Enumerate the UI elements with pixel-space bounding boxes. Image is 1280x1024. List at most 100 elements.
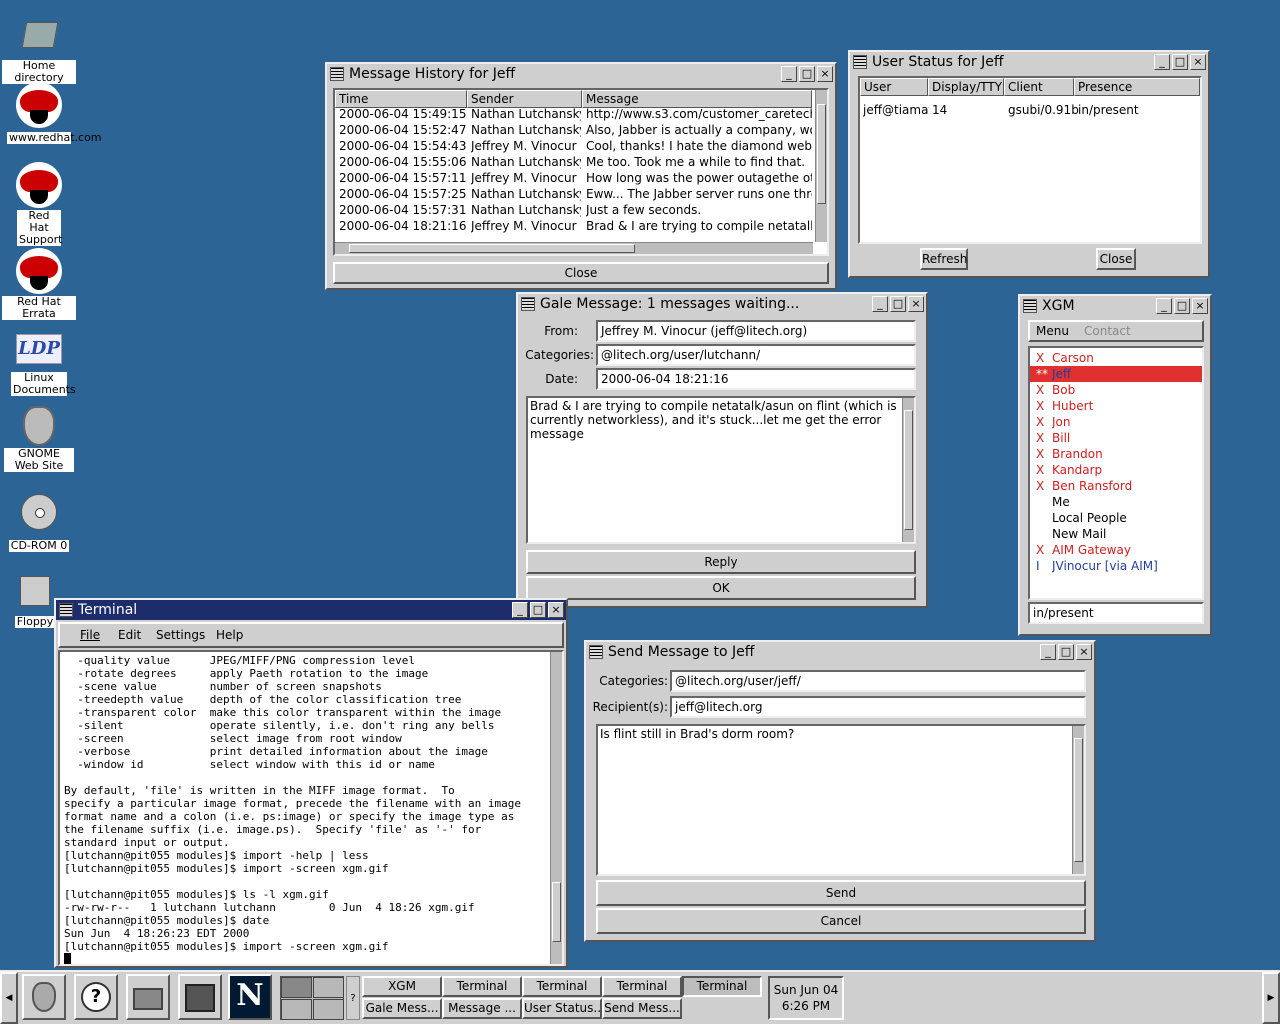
minimize-icon[interactable]: _	[1040, 644, 1056, 660]
desktop-icon-home[interactable]: Home directory	[2, 12, 76, 84]
compose-vscroll[interactable]	[1072, 726, 1084, 874]
window-menu-icon[interactable]	[589, 645, 603, 659]
title-bar[interactable]: Message History for Jeff _ □ ×	[327, 64, 835, 84]
categories-field[interactable]: @litech.org/user/jeff/	[670, 670, 1086, 692]
refresh-button[interactable]: Refresh	[920, 248, 968, 270]
list-item[interactable]: New Mail	[1030, 526, 1202, 542]
maximize-icon[interactable]: □	[799, 66, 815, 82]
list-item[interactable]: Me	[1030, 494, 1202, 510]
message-body[interactable]: Brad & I are trying to compile netatalk/…	[526, 396, 916, 544]
desktop-icon-gnome-web[interactable]: GNOME Web Site	[2, 404, 76, 472]
categories-field[interactable]: @litech.org/user/lutchann/	[596, 344, 916, 366]
task-button[interactable]: Message ...	[442, 998, 522, 1019]
maximize-icon[interactable]: □	[890, 296, 906, 312]
task-button[interactable]: Terminal	[522, 976, 602, 997]
window-menu-icon[interactable]	[330, 67, 344, 81]
maximize-icon[interactable]: □	[1172, 54, 1188, 70]
maximize-icon[interactable]: □	[530, 602, 546, 618]
gnome-menu-button[interactable]	[22, 974, 66, 1020]
desktop-icon-redhat-support[interactable]: Red Hat Support	[2, 162, 76, 246]
minimize-icon[interactable]: _	[512, 602, 528, 618]
netscape-button[interactable]: N	[228, 974, 272, 1020]
clock[interactable]: Sun Jun 04 6:26 PM	[768, 976, 844, 1020]
terminal-launcher-button[interactable]	[178, 974, 222, 1020]
title-bar[interactable]: XGM _ □ ×	[1020, 296, 1210, 316]
window-menu-icon[interactable]	[59, 603, 73, 617]
list-item[interactable]: X Bill	[1030, 430, 1202, 446]
table-row[interactable]: 2000-06-04 18:21:16 Jeffrey M. Vinocur Bra…	[335, 218, 813, 234]
minimize-icon[interactable]: _	[872, 296, 888, 312]
table-row[interactable]: 2000-06-04 15:49:15 Nathan Lutchansky http…	[335, 106, 813, 122]
panel-hide-left[interactable]: ◀	[0, 972, 18, 1024]
list-item[interactable]: X Jon	[1030, 414, 1202, 430]
history-hscroll[interactable]	[335, 242, 813, 254]
list-item[interactable]: I JVinocur [via AIM]	[1030, 558, 1202, 574]
list-item[interactable]: X Hubert	[1030, 398, 1202, 414]
list-item[interactable]: X Brandon	[1030, 446, 1202, 462]
list-item[interactable]: X AIM Gateway	[1030, 542, 1202, 558]
desktop-icon-linux-docs[interactable]: LDP Linux Documents	[2, 326, 76, 396]
menu-help[interactable]: Help	[216, 624, 243, 646]
table-row[interactable]: 2000-06-04 15:55:06 Nathan Lutchansky Me t…	[335, 154, 813, 170]
pager-desk-2[interactable]	[313, 977, 344, 998]
menu-edit[interactable]: Edit	[118, 624, 141, 646]
table-row[interactable]: 2000-06-04 15:57:25 Nathan Lutchansky Eww.…	[335, 186, 813, 202]
minimize-icon[interactable]: _	[1154, 54, 1170, 70]
task-button[interactable]: Send Mess...	[602, 998, 682, 1019]
send-button[interactable]: Send	[596, 880, 1086, 906]
close-icon[interactable]: ×	[908, 296, 924, 312]
maximize-icon[interactable]: □	[1174, 298, 1190, 314]
title-bar[interactable]: Gale Message: 1 messages waiting... _ □ …	[518, 294, 926, 314]
menu-contact[interactable]: Contact	[1084, 322, 1131, 340]
close-button[interactable]: Close	[333, 262, 829, 284]
reply-button[interactable]: Reply	[526, 550, 916, 574]
menu-file[interactable]: File	[80, 624, 100, 646]
task-button[interactable]: Terminal	[442, 976, 522, 997]
help-button[interactable]: ?	[74, 974, 118, 1020]
column-header-tty[interactable]: Display/TTY	[928, 78, 1004, 96]
task-button[interactable]: XGM	[362, 976, 442, 997]
window-menu-icon[interactable]	[1023, 299, 1037, 313]
list-item[interactable]: X Ben Ransford	[1030, 478, 1202, 494]
from-field[interactable]: Jeffrey M. Vinocur (jeff@litech.org)	[596, 320, 916, 342]
window-menu-icon[interactable]	[853, 55, 867, 69]
table-row[interactable]: 2000-06-04 15:57:11 Jeffrey M. Vinocur How…	[335, 170, 813, 186]
close-icon[interactable]: ×	[548, 602, 564, 618]
close-icon[interactable]: ×	[1192, 298, 1208, 314]
close-button[interactable]: Close	[1096, 248, 1136, 270]
terminal-vscroll[interactable]	[550, 652, 562, 964]
window-menu-icon[interactable]	[521, 297, 535, 311]
task-button[interactable]: User Status...	[522, 998, 602, 1019]
panel-hide-right[interactable]: ▶	[1262, 972, 1280, 1024]
column-header-presence[interactable]: Presence	[1074, 78, 1200, 96]
title-bar[interactable]: Terminal _ □ ×	[56, 600, 566, 620]
table-row[interactable]: 2000-06-04 15:57:31 Nathan Lutchansky Just…	[335, 202, 813, 218]
task-button[interactable]: Terminal	[682, 976, 762, 997]
message-vscroll[interactable]	[902, 398, 914, 542]
table-row[interactable]: 2000-06-04 15:54:43 Jeffrey M. Vinocur Coo…	[335, 138, 813, 154]
list-item[interactable]: ** Jeff	[1030, 366, 1202, 382]
menu-settings[interactable]: Settings	[156, 624, 205, 646]
column-header-user[interactable]: User	[860, 78, 928, 96]
close-icon[interactable]: ×	[1190, 54, 1206, 70]
recipients-field[interactable]: jeff@litech.org	[670, 696, 1086, 718]
tasklist-arrow[interactable]: ?	[346, 976, 360, 1020]
pager-desk-4[interactable]	[313, 999, 344, 1020]
column-header-client[interactable]: Client	[1004, 78, 1074, 96]
minimize-icon[interactable]: _	[1156, 298, 1172, 314]
terminal-screen[interactable]: -quality value JPEG/MIFF/PNG compression…	[58, 650, 564, 966]
list-item[interactable]: X Carson	[1030, 350, 1202, 366]
pager-desk-3[interactable]	[281, 999, 312, 1020]
desktop-icon-redhat-errata[interactable]: Red Hat Errata	[2, 248, 76, 320]
table-row[interactable]: 2000-06-04 15:52:47 Nathan Lutchansky Also…	[335, 122, 813, 138]
gnome-config-button[interactable]	[126, 974, 170, 1020]
title-bar[interactable]: Send Message to Jeff _ □ ×	[586, 642, 1094, 662]
desktop-icon-redhat-web[interactable]: www.redhat.com	[2, 82, 102, 144]
presence-field[interactable]: in/present	[1028, 602, 1204, 624]
table-row[interactable]: jeff@tiamat 14 gsubi/0.91b in/present	[860, 102, 1200, 118]
minimize-icon[interactable]: _	[781, 66, 797, 82]
history-vscroll[interactable]	[815, 90, 827, 242]
list-item[interactable]: Local People	[1030, 510, 1202, 526]
close-icon[interactable]: ×	[1076, 644, 1092, 660]
ok-button[interactable]: OK	[526, 576, 916, 600]
